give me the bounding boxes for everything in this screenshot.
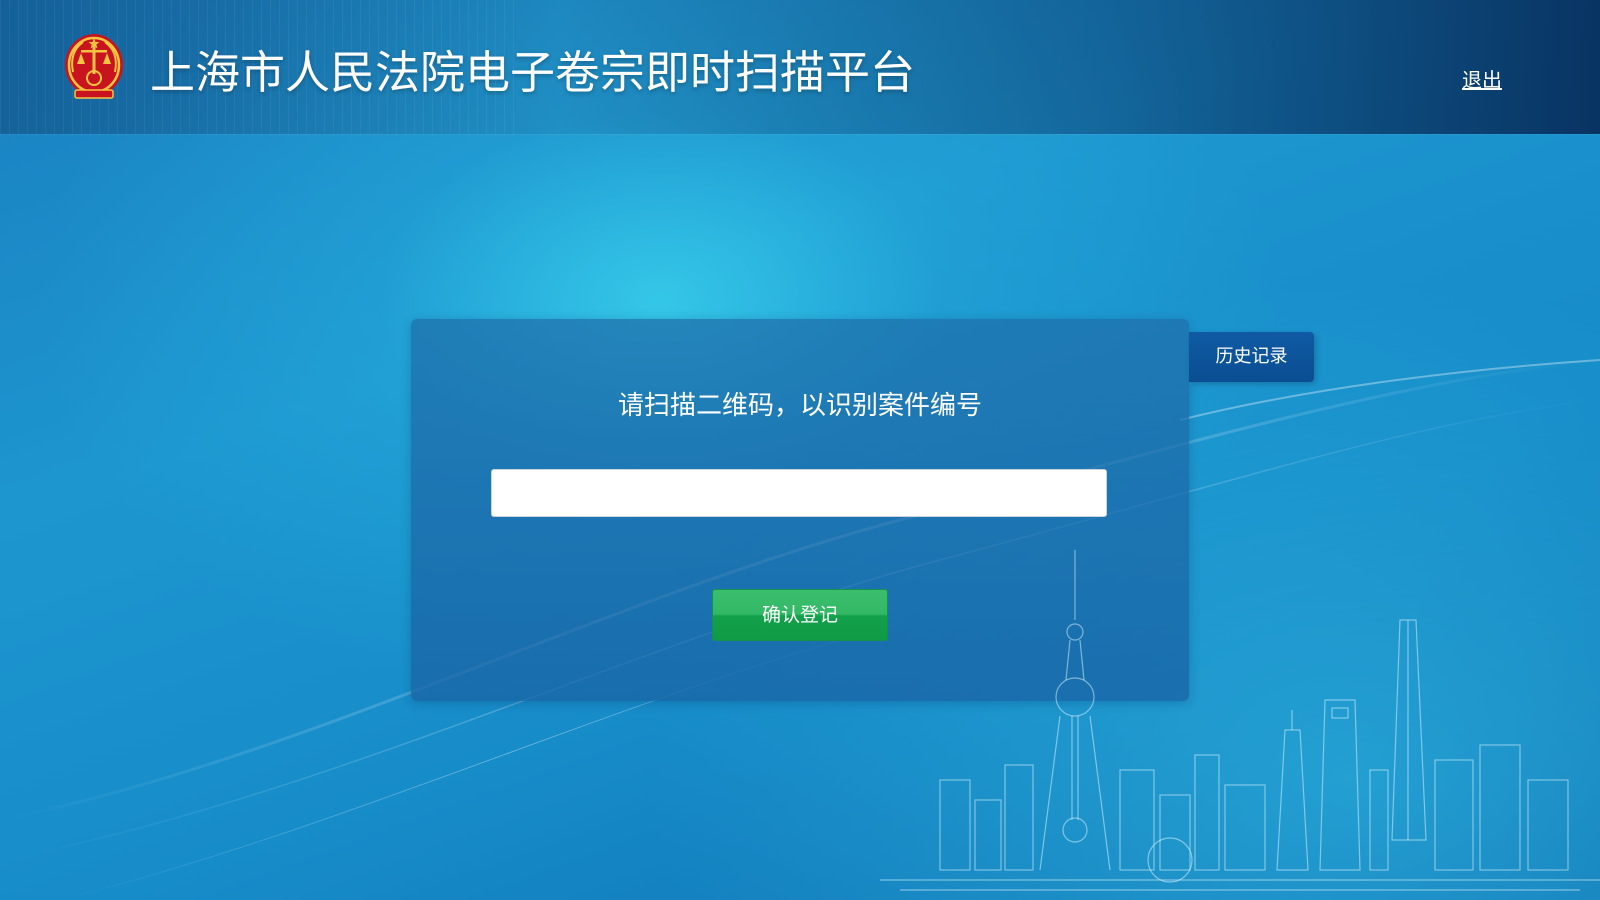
city-skyline-illustration [880, 550, 1600, 891]
case-code-input[interactable] [491, 469, 1107, 517]
confirm-register-button[interactable]: 确认登记 [712, 589, 888, 641]
scan-prompt: 请扫描二维码，以识别案件编号 [617, 391, 982, 421]
court-emblem-icon [65, 34, 123, 99]
history-records-tab[interactable]: 历史记录 [1189, 332, 1314, 382]
app-title: 上海市人民法院电子卷宗即时扫描平台 [150, 46, 916, 99]
top-header: 上海市人民法院电子卷宗即时扫描平台 退出 [0, 0, 1600, 134]
logout-link[interactable]: 退出 [1462, 64, 1502, 93]
